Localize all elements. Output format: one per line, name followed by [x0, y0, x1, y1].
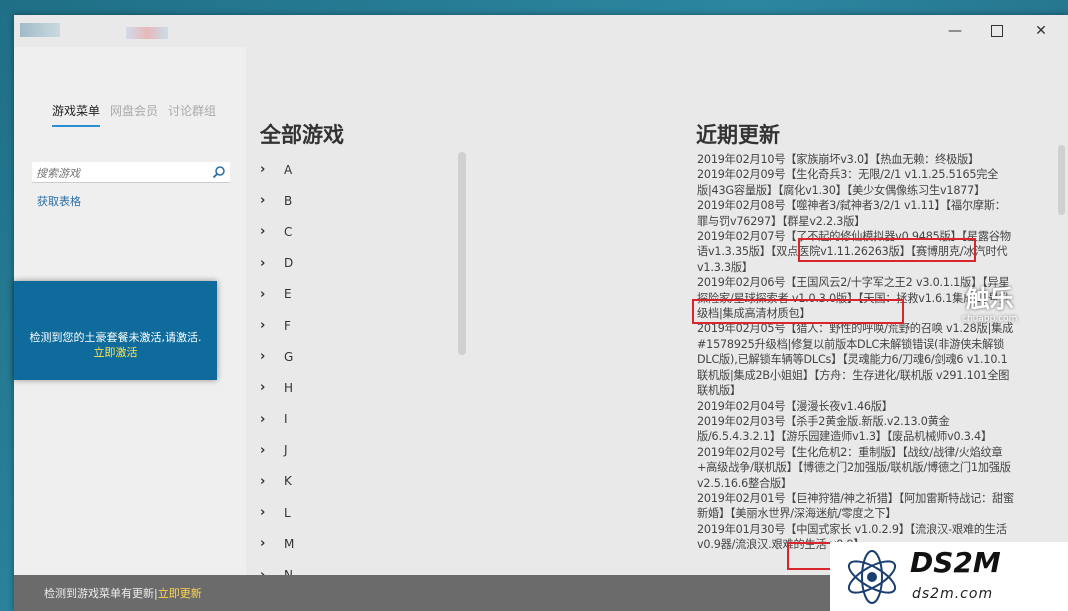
letter-label: C: [284, 224, 293, 239]
maximize-icon: [991, 25, 1003, 37]
update-entry: 2019年02月08号【噬神者3/弑神者3/2/1 v1.11】【福尔摩斯：罪与…: [697, 199, 1006, 228]
blurred-title: [126, 27, 168, 39]
letter-label: A: [284, 162, 293, 177]
letter-label: M: [284, 536, 295, 551]
ds2m-watermark: DS2M ds2m.com: [830, 542, 1068, 611]
games-scrollbar[interactable]: [458, 152, 466, 355]
letter-label: B: [284, 193, 293, 208]
update-entry: 2019年02月02号【生化危机2：重制版】【战纹/战律/火焰纹章+高级战争/联…: [697, 445, 1011, 490]
letter-group-g[interactable]: › G: [260, 341, 294, 372]
title-bar[interactable]: — ✕: [14, 15, 1068, 47]
sidebar-tabs: 游戏菜单 网盘会员 讨论群组: [52, 102, 216, 127]
letter-label: G: [284, 349, 294, 364]
minimize-button[interactable]: —: [932, 19, 978, 43]
watermark-brand: DS2M: [910, 546, 1001, 579]
letter-list: ›A›B›C›D›E›F›G›H›I›J›K›L›M›N: [260, 154, 294, 591]
letter-group-l[interactable]: › L: [260, 497, 294, 528]
activate-now-link[interactable]: 立即激活: [14, 344, 217, 360]
updates-scrollbar[interactable]: [1058, 145, 1065, 215]
letter-group-a[interactable]: › A: [260, 154, 294, 185]
chevron-right-icon: ›: [260, 255, 266, 271]
watermark-url: chuapp.com: [962, 314, 1018, 324]
letter-label: D: [284, 256, 294, 271]
chevron-right-icon: ›: [260, 286, 266, 302]
chevron-right-icon: ›: [260, 411, 266, 427]
update-entry: 2019年02月09号【生化奇兵3：无限/2/1 v1.1.25.5165完全版…: [697, 168, 999, 197]
tab-cloud-membership[interactable]: 网盘会员: [110, 102, 158, 127]
chevron-right-icon: ›: [260, 349, 266, 365]
atom-logo-icon: [847, 550, 897, 604]
chevron-right-icon: ›: [260, 224, 266, 240]
update-entry: 2019年02月03号【杀手2黄金版.新版.v2.13.0黄金版/6.5.4.3…: [697, 414, 992, 444]
tab-discussion-groups[interactable]: 讨论群组: [168, 102, 216, 127]
chevron-right-icon: ›: [260, 505, 266, 521]
updates-list: 2019年02月10号【家族崩坏v3.0】【热血无赖：终极版】 2019年02月0…: [697, 152, 1015, 553]
letter-group-f[interactable]: › F: [260, 310, 294, 341]
update-notice: 检测到游戏菜单有更新|立即更新: [44, 585, 202, 601]
letter-label: E: [284, 287, 292, 302]
activation-message: 检测到您的土豪套餐未激活,请激活.: [29, 331, 202, 344]
close-button[interactable]: ✕: [1018, 19, 1064, 43]
search-icon[interactable]: [212, 165, 226, 179]
chevron-right-icon: ›: [260, 193, 266, 209]
letter-label: H: [284, 380, 294, 395]
watermark-text: 触乐: [965, 285, 1014, 313]
all-games-title: 全部游戏: [260, 123, 344, 147]
letter-group-k[interactable]: › K: [260, 466, 294, 497]
chevron-right-icon: ›: [260, 318, 266, 334]
highlight-box: [692, 299, 904, 324]
update-entry: 2019年02月01号【巨神狩猎/神之祈猎】【阿加雷斯特战记：甜蜜新婚】【美丽水…: [697, 491, 1015, 521]
app-window: — ✕ 游戏菜单 网盘会员 讨论群组 获取表格 检测到您的土豪套餐未激活,请激活…: [14, 15, 1068, 611]
recent-updates-title: 近期更新: [696, 123, 780, 147]
update-entry: 2019年02月05号【猎人：野性的呼唤/荒野的召唤 v1.28版|集成#157…: [697, 322, 1014, 398]
letter-group-j[interactable]: › J: [260, 435, 294, 466]
chuapp-watermark: 触乐 chuapp.com: [962, 279, 1017, 324]
tab-game-menu[interactable]: 游戏菜单: [52, 102, 101, 127]
letter-group-m[interactable]: › M: [260, 528, 294, 559]
chevron-right-icon: ›: [260, 442, 266, 458]
letter-label: L: [284, 505, 291, 520]
app-logo: [20, 23, 60, 37]
search-input[interactable]: [32, 162, 208, 185]
chevron-right-icon: ›: [260, 380, 266, 396]
letter-label: I: [284, 412, 288, 427]
update-entry: 2019年02月04号【漫漫长夜v1.46版】: [697, 399, 893, 413]
letter-label: K: [284, 474, 292, 489]
get-table-link[interactable]: 获取表格: [37, 193, 81, 209]
chevron-right-icon: ›: [260, 536, 266, 552]
letter-group-b[interactable]: › B: [260, 185, 294, 216]
letter-group-d[interactable]: › D: [260, 248, 294, 279]
search-box: [32, 162, 230, 185]
update-entry: 2019年02月10号【家族崩坏v3.0】【热血无赖：终极版】: [697, 153, 980, 166]
chevron-right-icon: ›: [260, 162, 266, 178]
letter-label: F: [284, 318, 291, 333]
activation-notice: 检测到您的土豪套餐未激活,请激活. 立即激活: [14, 281, 217, 380]
watermark-domain: ds2m.com: [912, 586, 994, 602]
chevron-right-icon: ›: [260, 473, 266, 489]
update-message: 检测到游戏菜单有更新|: [44, 587, 158, 600]
update-now-link[interactable]: 立即更新: [158, 587, 202, 600]
letter-group-e[interactable]: › E: [260, 279, 294, 310]
maximize-button[interactable]: [974, 19, 1020, 43]
letter-label: J: [284, 443, 288, 458]
letter-group-i[interactable]: › I: [260, 404, 294, 435]
highlight-box: [798, 238, 976, 262]
letter-group-h[interactable]: › H: [260, 372, 294, 403]
letter-group-c[interactable]: › C: [260, 216, 294, 247]
